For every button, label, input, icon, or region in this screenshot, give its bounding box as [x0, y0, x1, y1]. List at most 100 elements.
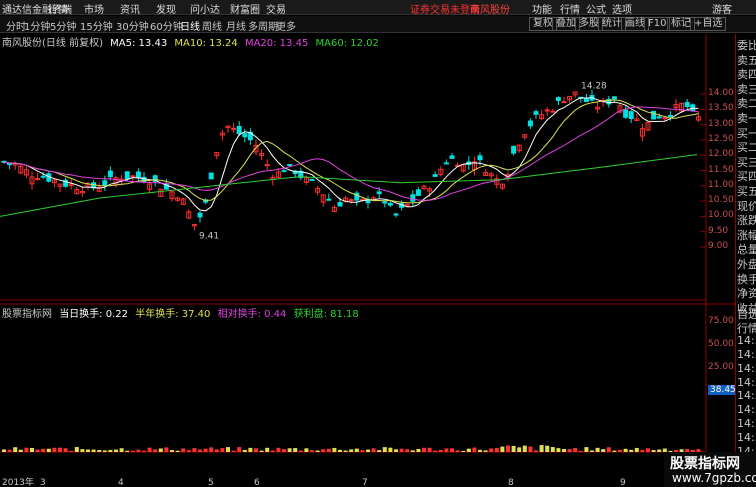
indicator-bar [646, 448, 650, 452]
candle-body [40, 175, 46, 178]
period-5[interactable]: 60分钟 [150, 18, 183, 33]
indicator-bar [371, 448, 376, 452]
candle-body [130, 175, 136, 178]
candle-body [242, 133, 248, 138]
quote-label-15: 外盘 [737, 258, 756, 271]
top-menu-1[interactable]: 行情 [560, 1, 580, 16]
candle-body [348, 199, 354, 202]
candle-body [432, 174, 438, 177]
indicator-bar [315, 450, 320, 452]
price-tick-3: 12.50 [708, 133, 734, 144]
high-annotation: 14.28 [581, 81, 607, 91]
x-label-5: 7 [362, 478, 368, 487]
period-8[interactable]: 月线 [226, 18, 246, 33]
indicator-bar [91, 449, 96, 452]
indicator-bar [629, 449, 634, 452]
candle-body [410, 194, 416, 202]
candle-body [264, 164, 270, 167]
menu-item-3[interactable]: 发现 [156, 1, 176, 16]
indicator-bar [198, 449, 202, 452]
ind-tick-1: 50.00 [708, 339, 734, 349]
kline-chart[interactable]: 2013年 3 4 5 6 7 8 9 14.28 9.41 [0, 34, 735, 487]
indicator-bar [41, 448, 46, 452]
indicator-bar [108, 449, 113, 452]
indicator-bar [114, 449, 118, 452]
indicator-bar [13, 447, 18, 452]
indicator-bar [433, 450, 438, 452]
indicator-bar [80, 449, 85, 452]
menu-item-5[interactable]: 财富圈 [230, 1, 260, 16]
candle-body [651, 110, 657, 120]
indicator-bar [472, 447, 477, 452]
x-label-4: 6 [254, 478, 260, 487]
top-menu-4[interactable]: 游客 [712, 1, 732, 16]
menu-item-4[interactable]: 问小达 [190, 1, 220, 16]
period-9[interactable]: 多周期 [248, 18, 278, 33]
candle-body [662, 117, 668, 120]
period-4[interactable]: 30分钟 [116, 18, 149, 33]
quote-label-12: 涨跌 [737, 214, 756, 228]
period-0[interactable]: 分时 [6, 18, 26, 33]
indicator-bar [545, 445, 550, 452]
indicator-bar [52, 447, 57, 452]
indicator-bar [511, 445, 516, 452]
indicator-bar [237, 447, 242, 452]
candle-body [197, 212, 203, 218]
indicator-bar [2, 449, 6, 452]
menu-item-1[interactable]: 市场 [84, 1, 104, 16]
candle-body [387, 202, 393, 206]
period-7[interactable]: 周线 [202, 18, 222, 33]
candle-body [611, 96, 617, 100]
indicator-bar [366, 449, 370, 452]
indicator-bar [86, 449, 90, 452]
indicator-bar [203, 448, 208, 452]
period-2[interactable]: 5分钟 [50, 18, 76, 33]
period-3[interactable]: 15分钟 [80, 18, 113, 33]
menu-item-6[interactable]: 交易 [266, 1, 286, 16]
x-label-6: 8 [508, 478, 514, 487]
quote-label-11: 现价 [737, 199, 756, 213]
indicator-bar [293, 448, 298, 452]
quote-label-17: 净资 [737, 287, 756, 301]
quote2-label-7: 14:5 [737, 403, 756, 417]
indicator-bar [181, 448, 186, 452]
indicator-bar [606, 447, 611, 452]
indicator-bar [338, 449, 342, 452]
indicator-bar [517, 447, 522, 452]
candle-body [533, 111, 539, 115]
price-tick-9: 9.50 [708, 225, 729, 236]
ma10-line [3, 99, 699, 204]
indicator-bar [102, 450, 107, 452]
indicator-bar [360, 450, 365, 452]
indicator-bar [69, 450, 74, 452]
indicator-bar [466, 448, 471, 452]
indicator-bar [394, 449, 398, 452]
indicator-bar [58, 447, 62, 452]
indicator-bar [242, 449, 247, 452]
candle-body [231, 127, 237, 130]
tool-7[interactable]: +自选 [690, 17, 727, 31]
candle-body [555, 97, 561, 102]
quote-label-8: 买三 [737, 155, 756, 169]
top-menu-2[interactable]: 公式 [586, 1, 606, 16]
top-menu-3[interactable]: 选项 [612, 1, 632, 16]
top-menu-0[interactable]: 功能 [532, 1, 552, 16]
indicator-bar [601, 449, 606, 452]
quote-label-6: 买一 [737, 126, 756, 140]
indicator-bar [595, 447, 600, 452]
quote-label-3: 卖三 [737, 82, 756, 96]
period-6[interactable]: 日线 [180, 18, 200, 33]
menu-item-2[interactable]: 资讯 [120, 1, 140, 16]
menu-item-0[interactable]: 行情 [48, 1, 68, 16]
indicator-bar [410, 450, 415, 452]
period-10[interactable]: 更多 [276, 18, 296, 33]
indicator-bar [153, 449, 158, 452]
candle-body [287, 163, 293, 166]
indicator-bar [231, 450, 236, 452]
indicator-bar [220, 448, 225, 452]
indicator-bar [74, 447, 79, 452]
indicator-bar [125, 450, 130, 452]
quote-label-14: 总量 [737, 243, 756, 257]
candle-body [443, 162, 449, 165]
period-1[interactable]: 1分钟 [24, 18, 50, 33]
